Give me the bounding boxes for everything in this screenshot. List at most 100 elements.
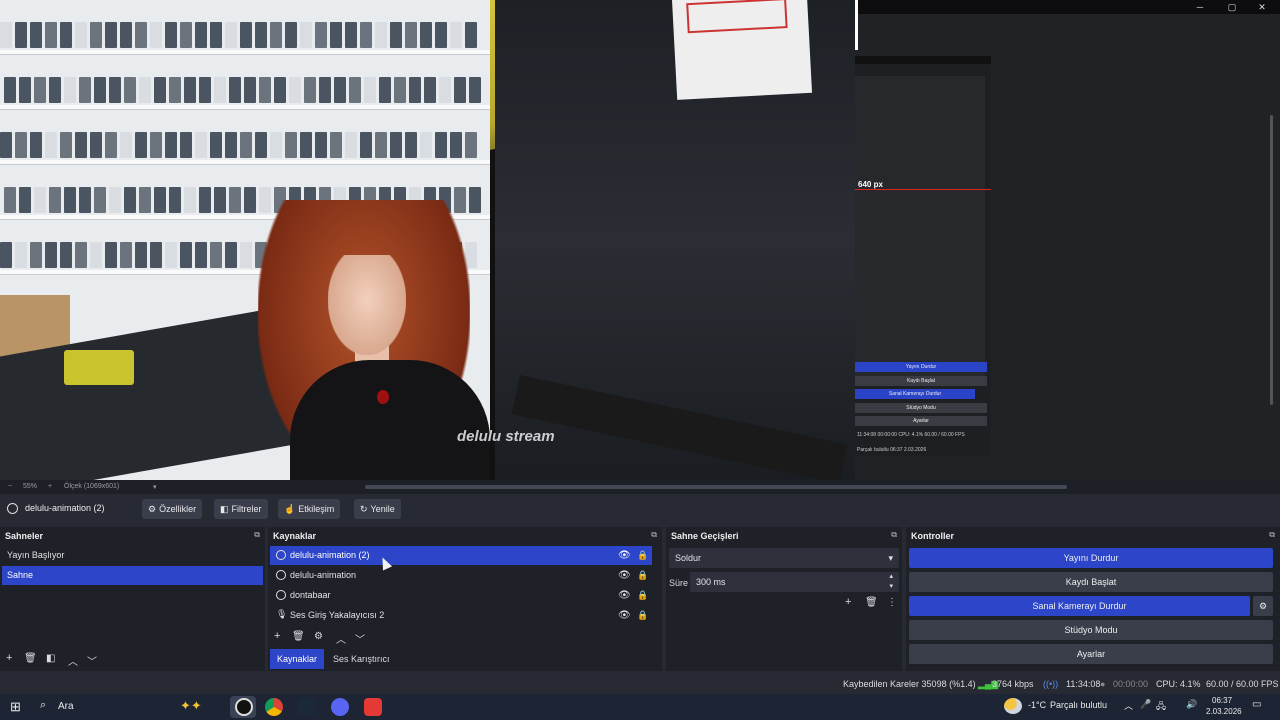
product-pack: [379, 77, 391, 103]
volume-icon[interactable]: 🔊: [1186, 699, 1197, 710]
sparkle-icon[interactable]: ✦✦: [180, 698, 202, 714]
source-row[interactable]: 🎙 Ses Giriş Yakalayıcısı 2 👁 🔒: [270, 606, 652, 625]
mini-obs-window: 640 px Yayını Durdur Kaydı Başlat Sanal …: [855, 56, 991, 456]
lock-icon[interactable]: 🔒: [637, 586, 648, 605]
search-icon[interactable]: ⌕: [40, 699, 46, 712]
preview-scrollbar[interactable]: [365, 485, 1067, 489]
visibility-icon[interactable]: 👁: [618, 606, 631, 625]
product-pack: [0, 242, 12, 268]
temperature: -1°C: [1028, 700, 1047, 710]
product-pack: [90, 132, 102, 158]
minimize-button[interactable]: ─: [1185, 0, 1215, 14]
product-pack: [15, 242, 27, 268]
trash-icon[interactable]: 🗑: [24, 653, 37, 664]
popout-icon[interactable]: ⧉: [1269, 530, 1275, 540]
settings-button[interactable]: Ayarlar: [909, 644, 1273, 664]
controls-title: Kontroller: [911, 531, 955, 541]
product-pack: [49, 187, 61, 213]
product-pack: [285, 132, 297, 158]
trash-icon[interactable]: 🗑: [292, 631, 305, 642]
stop-virtualcam-button[interactable]: Sanal Kamerayı Durdur: [909, 596, 1250, 616]
filter-icon[interactable]: ◧: [46, 653, 55, 664]
notifications-icon[interactable]: ▭: [1252, 699, 1261, 710]
popout-icon[interactable]: ⧉: [651, 530, 657, 540]
refresh-button[interactable]: ↻ Yenile: [354, 499, 401, 519]
zoom-in-button[interactable]: +: [48, 483, 52, 490]
chevron-down-icon[interactable]: ▾: [889, 577, 893, 597]
maximize-button[interactable]: ▢: [1217, 0, 1247, 14]
popout-icon[interactable]: ⧉: [254, 530, 260, 540]
source-label: delulu-animation: [290, 570, 357, 580]
add-icon[interactable]: +: [845, 596, 851, 608]
product-pack: [64, 77, 76, 103]
interact-button[interactable]: ☝ Etkileşim: [278, 499, 341, 519]
discord-icon[interactable]: [331, 698, 349, 716]
start-record-button[interactable]: Kaydı Başlat: [909, 572, 1273, 592]
source-row[interactable]: delulu-animation 👁 🔒: [270, 566, 652, 585]
lock-icon[interactable]: 🔒: [637, 606, 648, 625]
scene-item[interactable]: Yayın Başlıyor: [2, 546, 263, 565]
desktop-scrollbar[interactable]: [1270, 115, 1273, 405]
selected-source-name: delulu-animation (2): [25, 503, 105, 513]
preview-canvas[interactable]: delulu stream: [0, 0, 855, 480]
network-icon[interactable]: 🖧: [1156, 699, 1166, 715]
close-button[interactable]: ✕: [1247, 0, 1277, 14]
steam-icon[interactable]: [298, 698, 316, 716]
product-pack: [105, 132, 117, 158]
zoom-out-button[interactable]: −: [8, 483, 12, 490]
visibility-icon[interactable]: 👁: [618, 546, 631, 565]
taskbar-search-text[interactable]: Ara: [58, 701, 74, 712]
source-label: dontabaar: [290, 590, 331, 600]
tab-audio-mixer[interactable]: Ses Karıştırıcı: [326, 649, 397, 669]
source-row[interactable]: dontabaar 👁 🔒: [270, 586, 652, 605]
chevron-down-icon: ▾: [888, 553, 893, 563]
mini-titlebar: [855, 56, 991, 64]
product-pack: [150, 242, 162, 268]
fps: 60.00 / 60.00 FPS: [1206, 679, 1279, 689]
product-pack: [94, 77, 106, 103]
lock-icon[interactable]: 🔒: [637, 566, 648, 585]
lock-icon[interactable]: 🔒: [637, 546, 648, 565]
product-pack: [75, 242, 87, 268]
guide-line: [855, 189, 991, 190]
source-row-selected[interactable]: delulu-animation (2) 👁 🔒: [270, 546, 652, 565]
duration-spinbox[interactable]: 300 ms ▴ ▾: [690, 572, 899, 592]
clock-date[interactable]: 2.03.2026: [1206, 707, 1242, 716]
transitions-title: Sahne Geçişleri: [671, 531, 739, 541]
visibility-icon[interactable]: 👁: [618, 586, 631, 605]
properties-button[interactable]: ⚙ Özellikler: [142, 499, 203, 519]
move-up-icon[interactable]: ︿: [336, 631, 346, 646]
filters-button[interactable]: ◧ Filtreler: [214, 499, 268, 519]
more-icon[interactable]: ⋮: [887, 597, 897, 608]
move-down-icon[interactable]: ﹀: [87, 653, 97, 668]
chrome-icon[interactable]: [265, 698, 283, 716]
product-pack: [390, 132, 402, 158]
virtualcam-settings-button[interactable]: ⚙: [1253, 596, 1273, 616]
add-icon[interactable]: +: [6, 652, 12, 664]
product-pack: [465, 132, 477, 158]
transition-select[interactable]: Soldur ▾: [669, 548, 899, 568]
product-pack: [240, 22, 252, 48]
move-down-icon[interactable]: ﹀: [355, 631, 365, 646]
add-icon[interactable]: +: [274, 630, 280, 642]
media-app-icon[interactable]: [364, 698, 382, 716]
mini-settings: Ayarlar: [855, 416, 987, 426]
windows-start-icon[interactable]: ⊞: [10, 699, 21, 715]
trash-icon[interactable]: 🗑: [865, 597, 878, 608]
microphone-icon[interactable]: 🎤: [1140, 699, 1151, 710]
scale-dropdown[interactable]: ▾: [153, 483, 157, 491]
visibility-icon[interactable]: 👁: [618, 566, 631, 585]
popout-icon[interactable]: ⧉: [891, 530, 897, 540]
tray-chevron-icon[interactable]: ︿: [1124, 699, 1133, 712]
gear-icon[interactable]: ⚙: [314, 631, 323, 642]
product-pack: [195, 242, 207, 268]
scene-item-selected[interactable]: Sahne: [2, 566, 263, 585]
product-pack: [180, 132, 192, 158]
stop-stream-button[interactable]: Yayını Durdur: [909, 548, 1273, 568]
move-up-icon[interactable]: ︿: [68, 653, 78, 668]
clock-time[interactable]: 06:37: [1212, 696, 1232, 705]
product-pack: [420, 22, 432, 48]
studio-mode-button[interactable]: Stüdyo Modu: [909, 620, 1273, 640]
tab-sources[interactable]: Kaynaklar: [270, 649, 325, 669]
obs-icon[interactable]: [235, 698, 253, 716]
